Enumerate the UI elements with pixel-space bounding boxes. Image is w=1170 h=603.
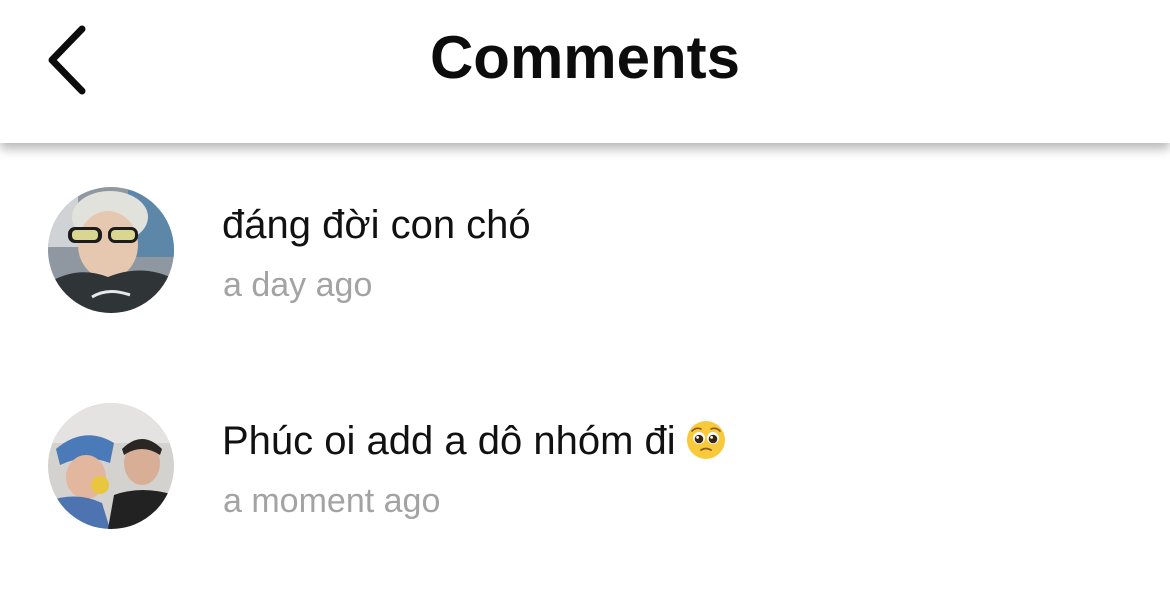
comment-item: đáng đời con chó a day ago bbox=[0, 187, 1170, 387]
comment-timestamp: a moment ago bbox=[223, 481, 440, 521]
comment-list: đáng đời con chó a day ago Phúc oi add a… bbox=[0, 143, 1170, 587]
page-title: Comments bbox=[0, 22, 1170, 94]
avatar-photo bbox=[48, 403, 174, 529]
comment-timestamp: a day ago bbox=[223, 265, 372, 305]
avatar-photo bbox=[48, 187, 174, 313]
avatar[interactable] bbox=[48, 187, 174, 313]
avatar[interactable] bbox=[48, 403, 174, 529]
comment-item: Phúc oi add a dô nhóm đi a moment ago bbox=[0, 403, 1170, 603]
comment-text: Phúc oi add a dô nhóm đi bbox=[222, 417, 726, 471]
pleading-face-icon bbox=[686, 420, 726, 460]
header-bar: Comments bbox=[0, 0, 1170, 143]
comment-text: đáng đời con chó bbox=[222, 201, 531, 249]
